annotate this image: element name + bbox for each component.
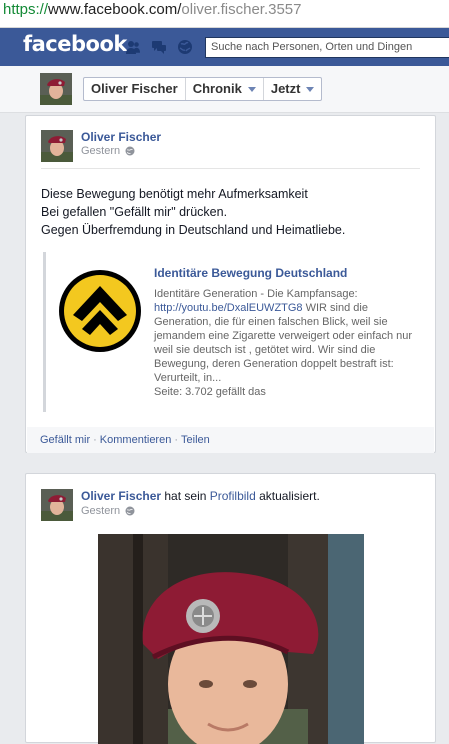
friend-requests-icon[interactable]	[125, 39, 141, 55]
lambda-logo-icon[interactable]	[58, 269, 142, 353]
url-host: www.facebook.com/	[48, 1, 182, 18]
post-card: Oliver Fischer Gestern Diese Bewegung be…	[25, 115, 436, 453]
post-timestamp[interactable]: Gestern	[81, 505, 135, 517]
public-globe-icon	[125, 146, 135, 156]
share-link[interactable]: Teilen	[181, 434, 210, 446]
shared-page-title[interactable]: Identitäre Bewegung Deutschland	[154, 266, 347, 280]
header-avatar[interactable]	[40, 73, 72, 105]
address-bar[interactable]: https://www.facebook.com/oliver.fischer.…	[0, 0, 449, 28]
shared-page-attachment[interactable]: Identitäre Bewegung Deutschland Identitä…	[43, 252, 423, 412]
post-timestamp[interactable]: Gestern	[81, 145, 135, 157]
crumb-jetzt[interactable]: Jetzt	[264, 78, 322, 100]
post-author-name[interactable]: Oliver Fischer	[81, 130, 161, 144]
crumb-chronik[interactable]: Chronik	[186, 78, 264, 100]
search-input[interactable]: Suche nach Personen, Orten und Dingen	[205, 37, 449, 58]
crumb-profile-name[interactable]: Oliver Fischer	[84, 78, 186, 100]
like-link[interactable]: Gefällt mir	[40, 434, 90, 446]
post-text: Diese Bewegung benötigt mehr Aufmerksamk…	[41, 187, 346, 237]
post-author-avatar[interactable]	[41, 130, 73, 162]
chevron-down-icon	[306, 86, 315, 92]
post-headline: Oliver Fischer hat sein Profilbild aktua…	[81, 489, 320, 503]
facebook-logo[interactable]: facebook	[23, 32, 127, 56]
post-actions: Gefällt mir · Kommentieren · Teilen	[27, 427, 434, 453]
profile-photo[interactable]	[98, 534, 364, 744]
post-author-avatar[interactable]	[41, 489, 73, 521]
url-path: oliver.fischer.3557	[181, 1, 302, 18]
public-globe-icon	[125, 506, 135, 516]
timeline-nav: Oliver Fischer Chronik Jetzt	[83, 77, 323, 101]
profile-photo-image	[98, 534, 364, 744]
comment-link[interactable]: Kommentieren	[100, 434, 172, 446]
profile-picture-post-card: Oliver Fischer hat sein Profilbild aktua…	[25, 473, 436, 744]
post-divider	[41, 168, 420, 169]
post-author-name[interactable]: Oliver Fischer	[81, 489, 161, 503]
profile-picture-link[interactable]: Profilbild	[210, 489, 256, 503]
facebook-top-bar: facebook Suche nach Personen, Orten und …	[0, 28, 449, 67]
chevron-down-icon	[247, 86, 256, 92]
shared-page-description: Identitäre Generation - Die Kampfansage:…	[154, 288, 413, 384]
notifications-globe-icon[interactable]	[177, 39, 193, 55]
url-scheme: https://	[3, 1, 49, 18]
messages-icon[interactable]	[151, 39, 167, 55]
youtube-link[interactable]: http://youtu.be/DxalEUWZTG8	[154, 302, 303, 314]
page-like-count: Seite: 3.702 gefällt das	[154, 386, 266, 398]
